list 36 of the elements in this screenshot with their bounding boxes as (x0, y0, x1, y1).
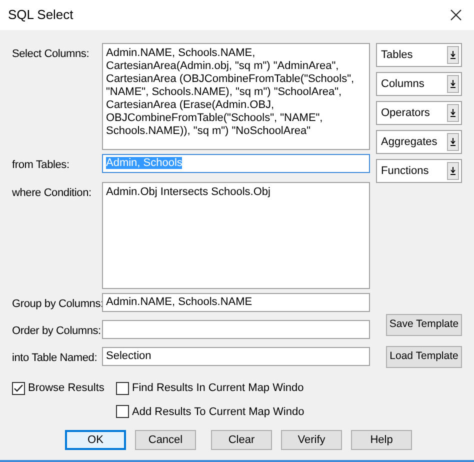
checkbox[interactable] (12, 382, 25, 395)
close-icon[interactable] (450, 9, 462, 21)
field-label: Group by Columns: (12, 296, 102, 312)
field-label: into Table Named: (12, 350, 98, 366)
input-field[interactable]: Admin.NAME, Schools.NAME (102, 292, 370, 312)
text-area[interactable]: Admin.Obj Intersects Schools.Obj (102, 182, 370, 288)
field-label: where Condition: (12, 186, 92, 200)
window-title: SQL Select (8, 6, 74, 24)
checkbox-label[interactable]: Browse Results (28, 380, 104, 396)
dropdown-arrow-icon (450, 138, 456, 146)
dialog-button[interactable]: Help (351, 430, 412, 450)
dialog-button[interactable]: Verify (281, 430, 342, 450)
dropdown[interactable]: Functions (376, 159, 462, 183)
dropdown[interactable]: Operators (376, 101, 462, 125)
checkbox-label[interactable]: Find Results In Current Map Windo (132, 380, 304, 396)
template-button[interactable]: Load Template (386, 346, 462, 368)
checkbox-label[interactable]: Add Results To Current Map Windo (132, 404, 304, 420)
checkbox[interactable] (116, 405, 129, 418)
dialog-button[interactable]: Cancel (135, 430, 196, 450)
dropdown[interactable]: Tables (376, 43, 462, 67)
dropdown-arrow-icon (450, 109, 456, 117)
dropdown-arrow-icon (450, 167, 456, 175)
dropdown-arrow-icon (450, 80, 456, 88)
dropdown[interactable]: Columns (376, 72, 462, 96)
input-field[interactable] (102, 320, 370, 339)
dialog-button[interactable]: Clear (211, 430, 272, 450)
field-label: Select Columns: (12, 47, 90, 62)
dropdown-arrow-icon (450, 51, 456, 59)
checkbox[interactable] (116, 382, 129, 395)
input-field[interactable]: Selection (102, 346, 370, 366)
dropdown[interactable]: Aggregates (376, 130, 462, 154)
field-label: from Tables: (12, 158, 70, 173)
dialog-button[interactable]: OK (65, 430, 126, 450)
template-button[interactable]: Save Template (386, 314, 462, 336)
text-area[interactable]: Admin.NAME, Schools.NAME, CartesianArea(Admin.obj, "sq m") "AdminArea", CartesianArea (OBJCombineFromTable("Schools", "NAME", Schools.NAME), "sq m") "SchoolArea", CartesianArea (Erase(Admin.OBJ, OBJCombineFromTable("Schools", "NAME", Schools.NAME)), "sq m") "NoSchoolArea" (102, 43, 370, 150)
field-label: Order by Columns: (12, 324, 102, 339)
